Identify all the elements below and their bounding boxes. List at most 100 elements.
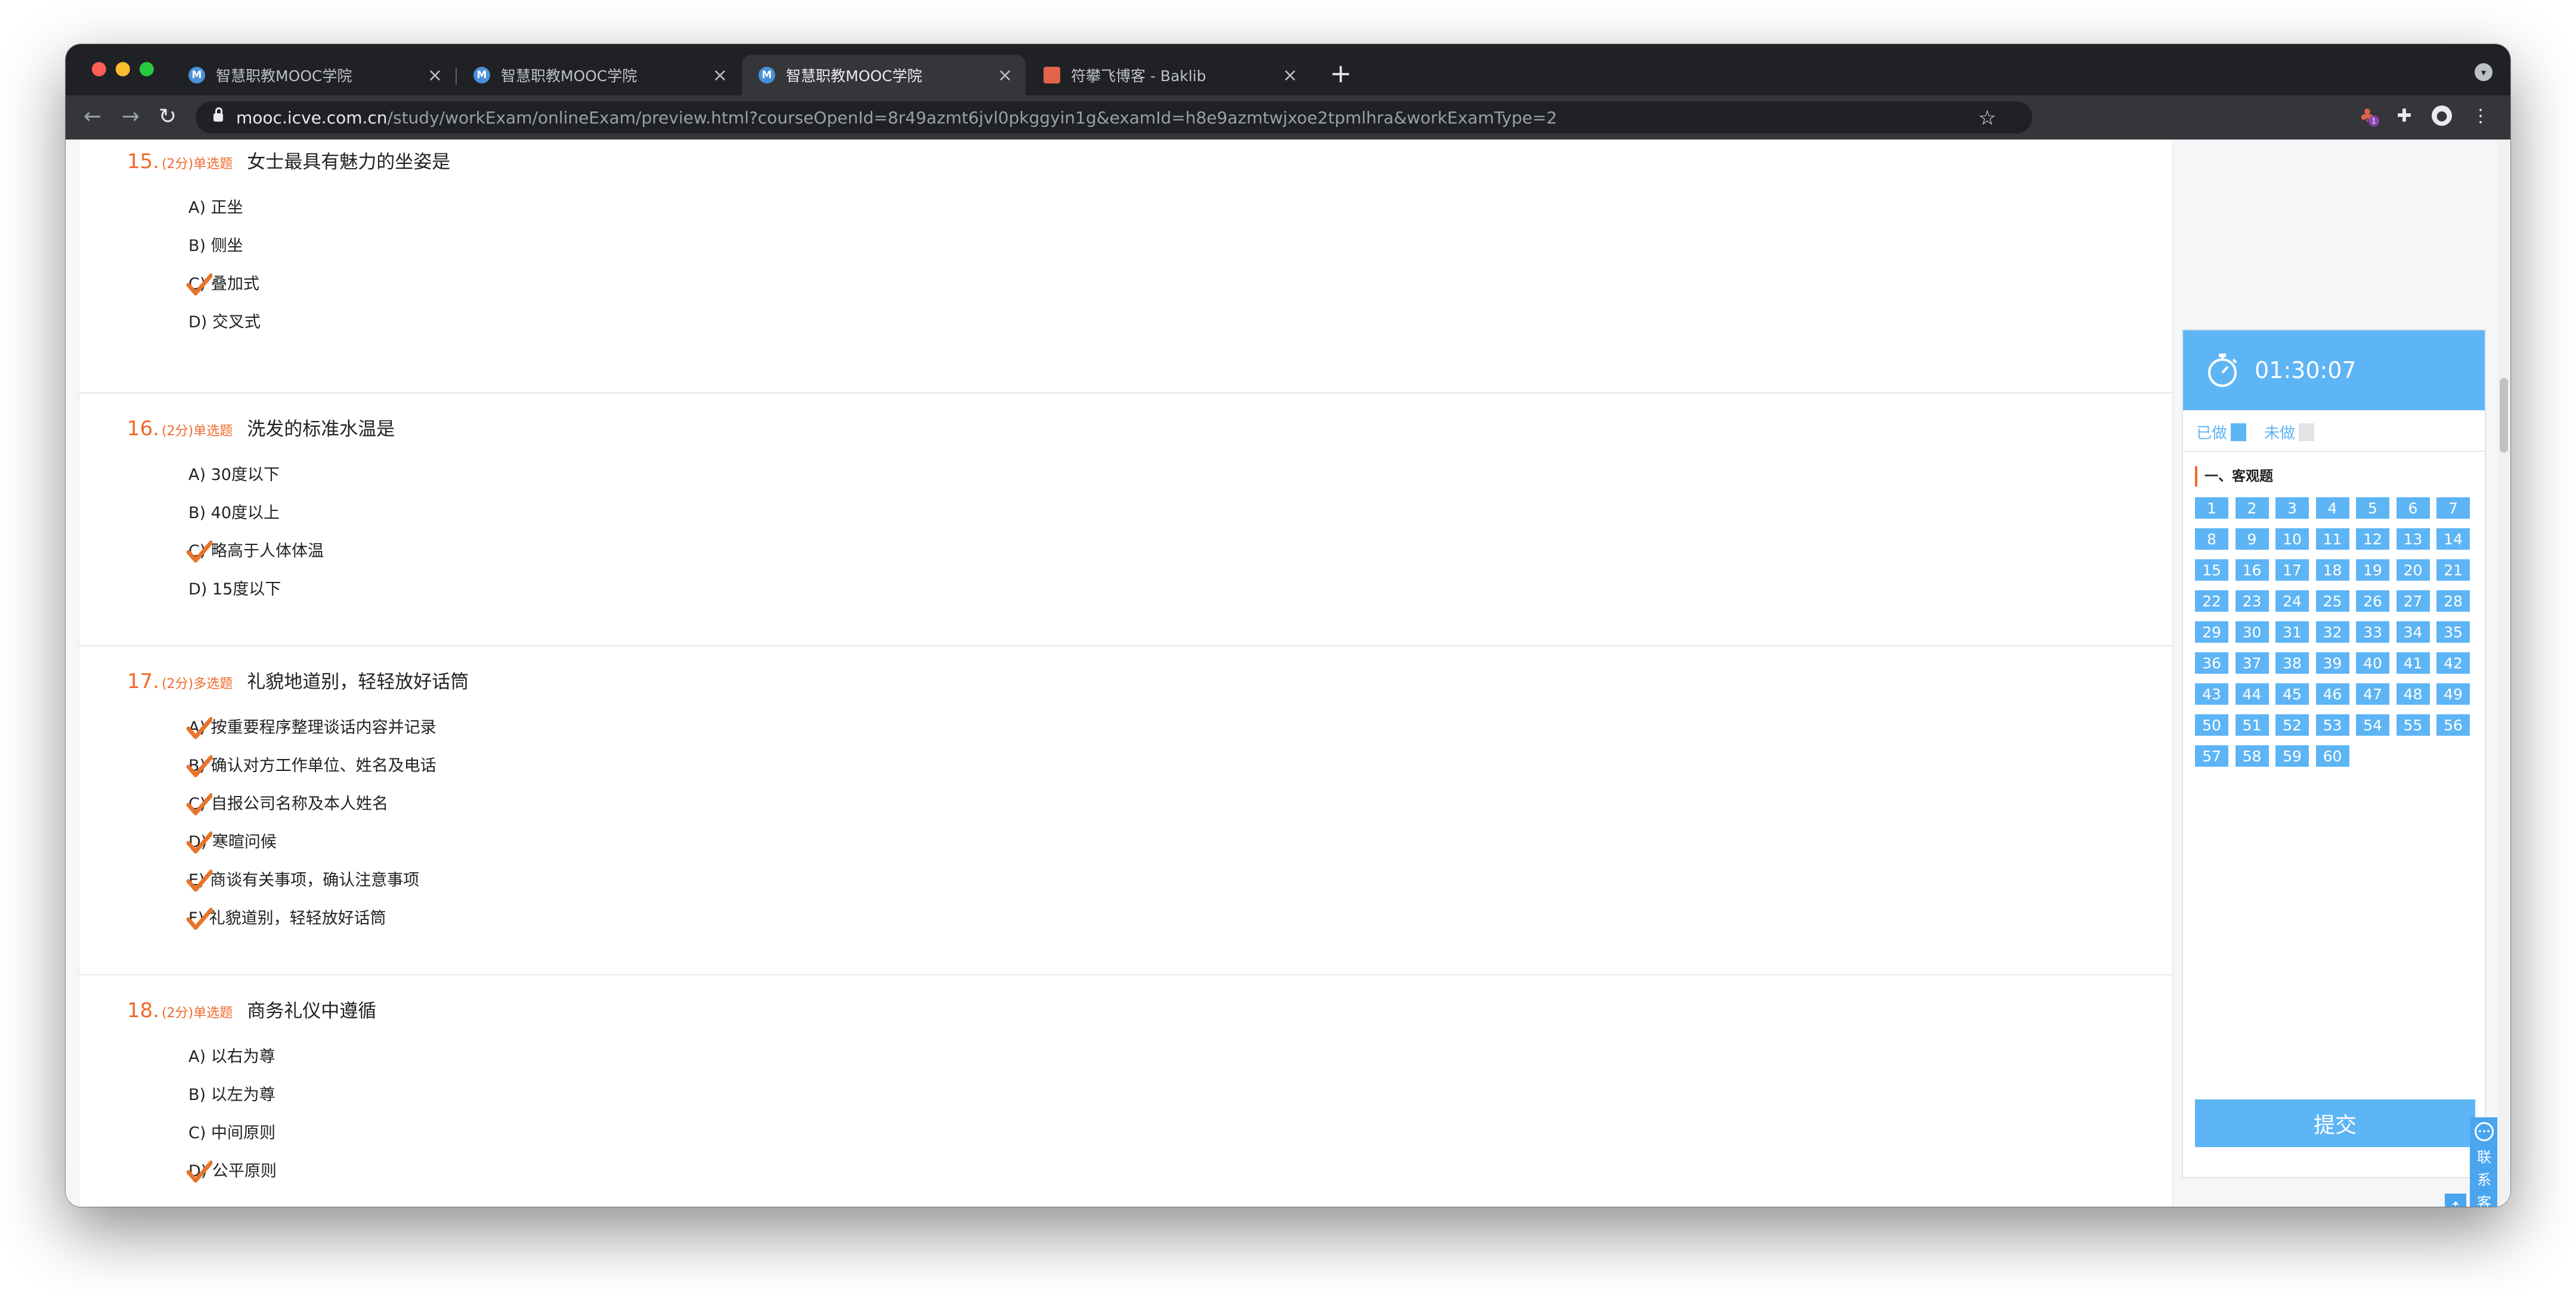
extension-icon[interactable]: ♣ 1 bbox=[2355, 104, 2379, 128]
question-number-cell[interactable]: 3 bbox=[2275, 497, 2309, 519]
answer-option[interactable]: D) 公平原则 bbox=[186, 1158, 277, 1183]
question-number-cell[interactable]: 47 bbox=[2356, 683, 2389, 705]
customer-service-button[interactable]: ••• 联系客服 bbox=[2470, 1117, 2498, 1207]
question-number-cell[interactable]: 32 bbox=[2315, 621, 2349, 643]
question-number-cell[interactable]: 58 bbox=[2235, 745, 2269, 767]
question-number-cell[interactable]: 41 bbox=[2396, 652, 2430, 674]
question-number-cell[interactable]: 25 bbox=[2315, 590, 2349, 612]
question-number-cell[interactable]: 43 bbox=[2195, 683, 2228, 705]
question-number-cell[interactable]: 23 bbox=[2235, 590, 2269, 612]
question-number-cell[interactable]: 13 bbox=[2396, 528, 2430, 550]
question-number-cell[interactable]: 45 bbox=[2275, 683, 2309, 705]
question-number-cell[interactable]: 18 bbox=[2315, 559, 2349, 581]
question-number-cell[interactable]: 49 bbox=[2436, 683, 2470, 705]
back-to-top-icon[interactable]: ⇡ bbox=[2445, 1194, 2466, 1207]
question-number-cell[interactable]: 24 bbox=[2275, 590, 2309, 612]
browser-tab[interactable]: M 智慧职教MOOC学院 × bbox=[457, 55, 741, 95]
tab-close-icon[interactable]: × bbox=[428, 65, 442, 86]
question-number-cell[interactable]: 16 bbox=[2235, 559, 2269, 581]
question-number-cell[interactable]: 35 bbox=[2436, 621, 2470, 643]
question-number-cell[interactable]: 46 bbox=[2315, 683, 2349, 705]
tab-close-icon[interactable]: × bbox=[713, 65, 727, 86]
question-number-cell[interactable]: 12 bbox=[2356, 528, 2389, 550]
answer-option[interactable]: A) 正坐 bbox=[188, 194, 243, 218]
page-scrollbar[interactable] bbox=[2497, 140, 2510, 1207]
question-number-cell[interactable]: 5 bbox=[2356, 497, 2389, 519]
question-number-cell[interactable]: 60 bbox=[2315, 745, 2349, 767]
answer-option[interactable]: E) 商谈有关事项，确认注意事项 bbox=[186, 867, 419, 892]
question-number-cell[interactable]: 40 bbox=[2356, 652, 2389, 674]
question-number-cell[interactable]: 1 bbox=[2195, 497, 2228, 519]
question-number-cell[interactable]: 52 bbox=[2275, 714, 2309, 736]
question-number-cell[interactable]: 21 bbox=[2436, 559, 2470, 581]
answer-option[interactable]: F) 礼貌道别，轻轻放好话筒 bbox=[186, 905, 386, 930]
question-number-cell[interactable]: 53 bbox=[2315, 714, 2349, 736]
question-number-cell[interactable]: 17 bbox=[2275, 559, 2309, 581]
address-bar[interactable]: mooc.icve.com.cn /study/workExam/onlineE… bbox=[196, 101, 2032, 134]
answer-option[interactable]: C) 叠加式 bbox=[186, 271, 259, 296]
maximize-window-button[interactable] bbox=[140, 62, 154, 76]
question-number-cell[interactable]: 9 bbox=[2235, 528, 2269, 550]
question-number-cell[interactable]: 34 bbox=[2396, 621, 2430, 643]
question-number-cell[interactable]: 20 bbox=[2396, 559, 2430, 581]
question-number-cell[interactable]: 19 bbox=[2356, 559, 2389, 581]
bookmark-star-icon[interactable]: ☆ bbox=[1979, 106, 1996, 130]
question-number-cell[interactable]: 51 bbox=[2235, 714, 2269, 736]
tab-close-icon[interactable]: × bbox=[998, 65, 1013, 86]
question-number-cell[interactable]: 31 bbox=[2275, 621, 2309, 643]
tab-search-icon[interactable]: ▾ bbox=[2475, 63, 2493, 81]
question-number-cell[interactable]: 44 bbox=[2235, 683, 2269, 705]
tab-close-icon[interactable]: × bbox=[1283, 65, 1298, 86]
question-number-cell[interactable]: 48 bbox=[2396, 683, 2430, 705]
extensions-puzzle-icon[interactable]: ✚ bbox=[2392, 104, 2416, 128]
question-number-cell[interactable]: 37 bbox=[2235, 652, 2269, 674]
question-number-cell[interactable]: 7 bbox=[2436, 497, 2470, 519]
question-number-cell[interactable]: 42 bbox=[2436, 652, 2470, 674]
question-number-cell[interactable]: 56 bbox=[2436, 714, 2470, 736]
answer-option[interactable]: A) 以右为尊 bbox=[188, 1043, 275, 1067]
forward-icon[interactable]: → bbox=[122, 104, 140, 130]
answer-option[interactable]: D) 15度以下 bbox=[188, 576, 281, 599]
profile-avatar-icon[interactable]: ● bbox=[2432, 106, 2452, 126]
answer-option[interactable]: A) 30度以下 bbox=[188, 461, 280, 485]
question-number-cell[interactable]: 57 bbox=[2195, 745, 2228, 767]
close-window-button[interactable] bbox=[92, 62, 106, 76]
question-number-cell[interactable]: 6 bbox=[2396, 497, 2430, 519]
answer-option[interactable]: B) 确认对方工作单位、姓名及电话 bbox=[186, 752, 436, 777]
question-number-cell[interactable]: 11 bbox=[2315, 528, 2349, 550]
question-number-cell[interactable]: 30 bbox=[2235, 621, 2269, 643]
answer-option[interactable]: B) 40度以上 bbox=[188, 500, 280, 523]
browser-tab[interactable]: 符攀飞博客 - Baklib × bbox=[1027, 55, 1311, 95]
question-number-cell[interactable]: 39 bbox=[2315, 652, 2349, 674]
question-number-cell[interactable]: 15 bbox=[2195, 559, 2228, 581]
browser-tab[interactable]: M 智慧职教MOOC学院 × bbox=[172, 55, 456, 95]
new-tab-button[interactable]: + bbox=[1330, 58, 1352, 89]
browser-menu-icon[interactable]: ⋮ bbox=[2469, 104, 2493, 128]
question-number-cell[interactable]: 28 bbox=[2436, 590, 2470, 612]
submit-button[interactable]: 提交 bbox=[2195, 1099, 2475, 1147]
question-number-cell[interactable]: 4 bbox=[2315, 497, 2349, 519]
question-number-cell[interactable]: 8 bbox=[2195, 528, 2228, 550]
question-number-cell[interactable]: 10 bbox=[2275, 528, 2309, 550]
question-number-cell[interactable]: 29 bbox=[2195, 621, 2228, 643]
question-number-cell[interactable]: 38 bbox=[2275, 652, 2309, 674]
question-number-cell[interactable]: 26 bbox=[2356, 590, 2389, 612]
answer-option[interactable]: C) 自报公司名称及本人姓名 bbox=[186, 791, 388, 816]
answer-option[interactable]: D) 交叉式 bbox=[188, 309, 261, 332]
answer-option[interactable]: C) 中间原则 bbox=[188, 1120, 275, 1143]
question-number-cell[interactable]: 33 bbox=[2356, 621, 2389, 643]
question-number-cell[interactable]: 2 bbox=[2235, 497, 2269, 519]
question-number-cell[interactable]: 27 bbox=[2396, 590, 2430, 612]
question-number-cell[interactable]: 50 bbox=[2195, 714, 2228, 736]
question-number-cell[interactable]: 14 bbox=[2436, 528, 2470, 550]
question-number-cell[interactable]: 59 bbox=[2275, 745, 2309, 767]
browser-tab[interactable]: M 智慧职教MOOC学院 × bbox=[742, 55, 1026, 95]
back-icon[interactable]: ← bbox=[83, 104, 101, 130]
question-number-cell[interactable]: 54 bbox=[2356, 714, 2389, 736]
answer-option[interactable]: B) 以左为尊 bbox=[188, 1082, 275, 1105]
question-number-cell[interactable]: 36 bbox=[2195, 652, 2228, 674]
question-number-cell[interactable]: 22 bbox=[2195, 590, 2228, 612]
scrollbar-thumb[interactable] bbox=[2500, 378, 2508, 453]
reload-icon[interactable]: ↻ bbox=[159, 104, 177, 130]
answer-option[interactable]: A) 按重要程序整理谈话内容并记录 bbox=[186, 714, 436, 739]
